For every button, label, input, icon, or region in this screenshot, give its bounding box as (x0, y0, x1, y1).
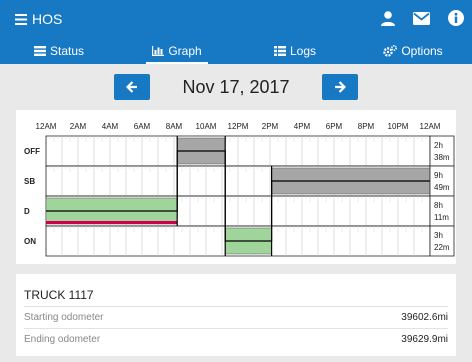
hour-label: 6PM (326, 122, 343, 131)
ending-odometer-row: Ending odometer 39629.9mi (24, 328, 448, 350)
arrow-left-icon (126, 81, 137, 93)
hour-label: 12AM (420, 122, 441, 131)
app-title: HOS (32, 11, 63, 27)
date-navigator: Nov 17, 2017 (0, 64, 472, 110)
vehicle-name: TRUCK 1117 (24, 288, 94, 302)
tab-graph[interactable]: Graph (118, 38, 236, 64)
starting-odometer-label: Starting odometer (24, 312, 104, 323)
hour-label: 4PM (294, 122, 311, 131)
tab-status-label: Status (49, 44, 85, 58)
hour-label: 10PM (388, 122, 409, 131)
tab-logs[interactable]: Logs (236, 38, 354, 64)
row-label-off: OFF (24, 147, 40, 156)
duty-status-graph-card: 12AM 2AM 4AM 6AM 8AM 10AM 12PM 2PM 4PM 6PM 8PM 10PM… (16, 110, 456, 264)
total-hours: 8h (434, 201, 443, 210)
current-date: Nov 17, 2017 (182, 76, 290, 97)
app-header: HOS (0, 0, 472, 38)
total-minutes: 11m (434, 213, 449, 222)
tab-options[interactable]: Options (354, 38, 472, 64)
violation-bar (46, 221, 178, 224)
total-hours: 2h (434, 141, 443, 150)
duty-status-graph: 12AM 2AM 4AM 6AM 8AM 10AM 12PM 2PM 4PM 6PM 8PM 10PM… (24, 122, 455, 257)
arrow-right-icon (335, 81, 346, 93)
hour-label: 6AM (134, 122, 151, 131)
tab-options-label: Options (401, 44, 443, 58)
next-day-button[interactable] (322, 74, 358, 100)
total-minutes: 38m (434, 153, 450, 162)
gears-icon (383, 45, 398, 57)
info-icon[interactable] (448, 10, 464, 26)
hour-label: 8AM (166, 122, 183, 131)
previous-day-button[interactable] (114, 74, 150, 100)
list-icon (33, 46, 46, 56)
starting-odometer-row: Starting odometer 39602.6mi (24, 306, 448, 328)
hamburger-icon (15, 13, 27, 25)
total-minutes: 49m (434, 183, 450, 192)
hour-label: 4AM (102, 122, 119, 131)
vehicle-info-card: TRUCK 1117 Starting odometer 39602.6mi E… (16, 274, 456, 356)
bar-chart-icon (152, 46, 165, 56)
hour-label: 2PM (262, 122, 279, 131)
menu-button[interactable]: HOS (15, 11, 62, 27)
row-label-on: ON (24, 237, 36, 246)
row-label-d: D (24, 207, 30, 216)
hour-label: 2AM (70, 122, 87, 131)
tab-logs-label: Logs (289, 44, 317, 58)
ending-odometer-label: Ending odometer (24, 334, 101, 345)
hour-label: 12PM (228, 122, 249, 131)
envelope-icon[interactable] (413, 11, 430, 25)
tab-bar: Status Graph Logs Options (0, 38, 472, 64)
total-minutes: 22m (434, 243, 450, 252)
hour-label: 10AM (196, 122, 217, 131)
row-label-sb: SB (24, 177, 35, 186)
user-icon[interactable] (381, 10, 395, 26)
tab-status[interactable]: Status (0, 38, 118, 64)
tab-graph-label: Graph (168, 44, 202, 58)
list-bullet-icon (273, 46, 286, 56)
hour-label: 12AM (36, 122, 57, 131)
ending-odometer-value: 39629.9mi (401, 334, 448, 345)
total-hours: 3h (434, 231, 443, 240)
total-hours: 9h (434, 171, 443, 180)
starting-odometer-value: 39602.6mi (401, 312, 448, 323)
hour-label: 8PM (358, 122, 375, 131)
